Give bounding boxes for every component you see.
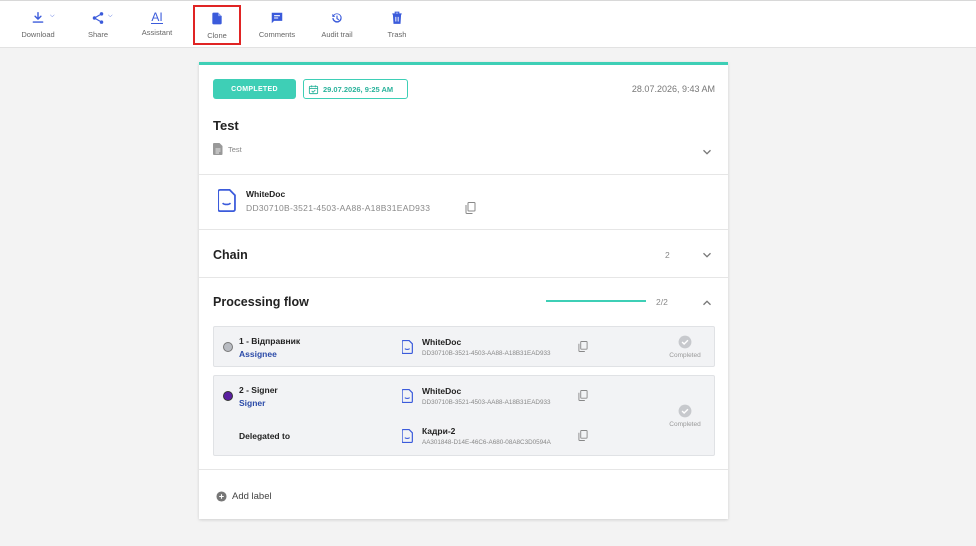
progress-bar bbox=[546, 300, 646, 302]
assistant-label: Assistant bbox=[141, 28, 173, 37]
file-id: DD30710B-3521-4503-AA88-A18B31EAD933 bbox=[246, 203, 431, 213]
trash-label: Trash bbox=[387, 30, 407, 39]
assistant-button[interactable]: AI Assistant bbox=[139, 1, 175, 47]
share-label: Share bbox=[87, 30, 108, 39]
step-role[interactable]: Signer bbox=[239, 398, 265, 408]
share-button[interactable]: ⌵ Share bbox=[84, 1, 113, 47]
deadline-chip[interactable]: 29.07.2026, 9:25 AM bbox=[303, 79, 408, 99]
progress-count: 2/2 bbox=[656, 297, 668, 307]
copy-icon[interactable] bbox=[578, 430, 588, 441]
file-icon bbox=[402, 340, 413, 354]
deadline-text: 29.07.2026, 9:25 AM bbox=[323, 84, 394, 94]
history-icon bbox=[332, 13, 342, 23]
toolbar: ⌵ Download ⌵ Share AI Assistant Clone Co… bbox=[0, 0, 976, 48]
document-icon bbox=[213, 143, 223, 155]
divider bbox=[199, 469, 728, 470]
step-file-id: DD30710B-3521-4503-AA88-A18B31EAD933 bbox=[422, 399, 551, 406]
trash-button[interactable]: Trash bbox=[386, 1, 408, 47]
document-title: Test bbox=[213, 118, 239, 133]
chain-title[interactable]: Chain bbox=[213, 248, 248, 262]
document-card: COMPLETED 29.07.2026, 9:25 AM 28.07.2026… bbox=[199, 62, 728, 519]
created-timestamp: 28.07.2026, 9:43 AM bbox=[631, 84, 715, 94]
file-icon bbox=[402, 389, 413, 403]
comments-icon bbox=[271, 12, 283, 24]
copy-icon[interactable] bbox=[465, 202, 476, 214]
step-status-label: Completed bbox=[669, 352, 701, 359]
step-file-name[interactable]: WhiteDoc bbox=[422, 386, 461, 396]
add-label-button[interactable]: Add label bbox=[216, 491, 272, 502]
document-type-label: Test bbox=[228, 144, 242, 154]
status-badge: COMPLETED bbox=[213, 79, 296, 99]
copy-icon[interactable] bbox=[578, 341, 588, 352]
ai-icon: AI bbox=[151, 10, 163, 24]
clone-button[interactable]: Clone bbox=[193, 5, 241, 45]
download-label: Download bbox=[21, 30, 55, 39]
divider bbox=[199, 174, 728, 175]
plus-circle-icon bbox=[216, 491, 227, 502]
step-name: 2 - Signer bbox=[239, 385, 278, 395]
step-status-label: Completed bbox=[669, 421, 701, 428]
delegated-file-id: AA301848-D14E-46C6-A680-08A8C3D0594A bbox=[422, 439, 551, 446]
share-icon bbox=[92, 12, 104, 24]
file-icon bbox=[402, 429, 413, 443]
status-dot bbox=[223, 391, 233, 401]
download-icon bbox=[32, 12, 44, 23]
document-type: Test bbox=[213, 143, 242, 155]
chevron-up-icon[interactable] bbox=[700, 296, 714, 310]
divider bbox=[199, 277, 728, 278]
chevron-down-icon[interactable] bbox=[700, 145, 714, 159]
step-status: Completed bbox=[665, 404, 705, 428]
processing-flow-title[interactable]: Processing flow bbox=[213, 295, 309, 309]
flow-step: 1 - Відправник Assignee WhiteDoc DD30710… bbox=[213, 326, 715, 367]
clone-label: Clone bbox=[207, 31, 227, 40]
copy-icon[interactable] bbox=[578, 390, 588, 401]
check-circle-icon bbox=[678, 335, 692, 349]
download-button[interactable]: ⌵ Download bbox=[20, 1, 56, 47]
add-label-text: Add label bbox=[232, 491, 272, 502]
step-name: 1 - Відправник bbox=[239, 336, 301, 346]
delegated-file-name[interactable]: Кадри-2 bbox=[422, 426, 455, 436]
check-circle-icon bbox=[678, 404, 692, 418]
comments-label: Comments bbox=[258, 30, 296, 39]
file-name[interactable]: WhiteDoc bbox=[246, 189, 285, 199]
step-status: Completed bbox=[665, 335, 705, 359]
progress-fill bbox=[546, 300, 646, 302]
calendar-check-icon bbox=[308, 84, 319, 94]
trash-icon bbox=[392, 11, 402, 24]
step-role[interactable]: Assignee bbox=[239, 349, 277, 359]
chevron-down-icon: ⌵ bbox=[108, 13, 113, 19]
audit-trail-button[interactable]: Audit trail bbox=[318, 1, 356, 47]
flow-step: 2 - Signer Signer WhiteDoc DD30710B-3521… bbox=[213, 375, 715, 456]
comments-button[interactable]: Comments bbox=[256, 1, 298, 47]
chevron-down-icon[interactable] bbox=[700, 248, 714, 262]
status-dot bbox=[223, 342, 233, 352]
step-file-name[interactable]: WhiteDoc bbox=[422, 337, 461, 347]
divider bbox=[199, 229, 728, 230]
step-file-id: DD30710B-3521-4503-AA88-A18B31EAD933 bbox=[422, 350, 551, 357]
chevron-down-icon: ⌵ bbox=[50, 13, 55, 19]
chain-count: 2 bbox=[665, 250, 670, 260]
clone-icon bbox=[212, 12, 222, 25]
delegated-label: Delegated to bbox=[239, 431, 291, 441]
file-icon bbox=[218, 189, 236, 212]
audit-trail-label: Audit trail bbox=[321, 30, 353, 39]
